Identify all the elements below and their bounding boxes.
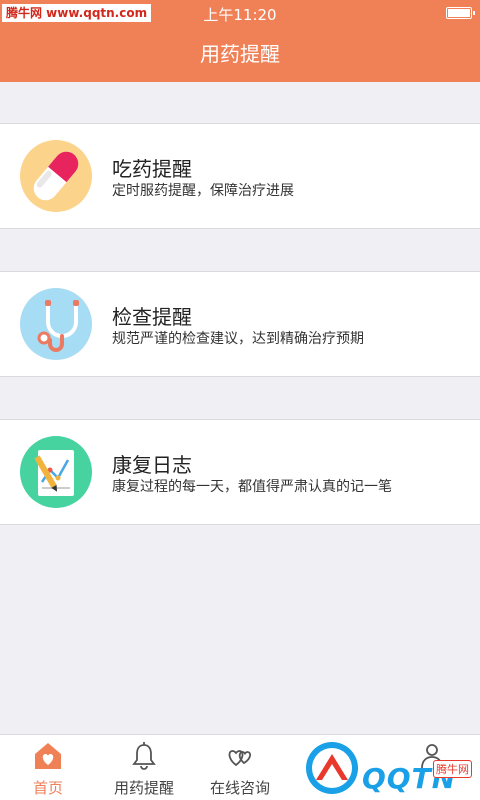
tab-medication-reminder[interactable]: 用药提醒: [96, 735, 192, 800]
stethoscope-icon: [20, 288, 92, 360]
watermark-tag: 腾牛网: [433, 760, 472, 778]
card-medication-reminder[interactable]: 吃药提醒 定时服药提醒，保障治疗进展: [0, 123, 480, 229]
card-title: 检查提醒: [112, 305, 192, 329]
tab-label: 用药提醒: [113, 779, 174, 797]
tab-label: 在线咨询: [209, 779, 270, 797]
pill-icon: [20, 140, 92, 212]
watermark-logo: QQTN 腾牛网: [300, 732, 480, 800]
card-recovery-log[interactable]: 康复日志 康复过程的每一天，都值得严肃认真的记一笔: [0, 419, 480, 525]
status-bar: 腾牛网 www.qqtn.com 上午11:20: [0, 0, 480, 26]
home-heart-icon: [35, 743, 61, 769]
battery-icon: [446, 7, 475, 19]
tab-label: 首页: [32, 779, 63, 797]
card-title: 吃药提醒: [112, 157, 192, 181]
card-subtitle: 规范严谨的检查建议，达到精确治疗预期: [112, 331, 364, 347]
header: 腾牛网 www.qqtn.com 上午11:20 用药提醒: [0, 0, 480, 82]
chart-document-icon: [20, 436, 92, 508]
card-checkup-reminder[interactable]: 检查提醒 规范严谨的检查建议，达到精确治疗预期: [0, 271, 480, 377]
watermark-emblem-icon: [306, 742, 358, 794]
tab-online-consult[interactable]: 在线咨询: [192, 735, 288, 800]
card-subtitle: 康复过程的每一天，都值得严肃认真的记一笔: [112, 479, 392, 495]
card-subtitle: 定时服药提醒，保障治疗进展: [112, 183, 294, 199]
card-title: 康复日志: [112, 453, 192, 477]
tab-home[interactable]: 首页: [0, 735, 96, 800]
hearts-icon: [228, 750, 251, 767]
page-title: 用药提醒: [200, 42, 280, 66]
status-time: 上午11:20: [203, 6, 277, 24]
bell-icon: [132, 742, 156, 770]
